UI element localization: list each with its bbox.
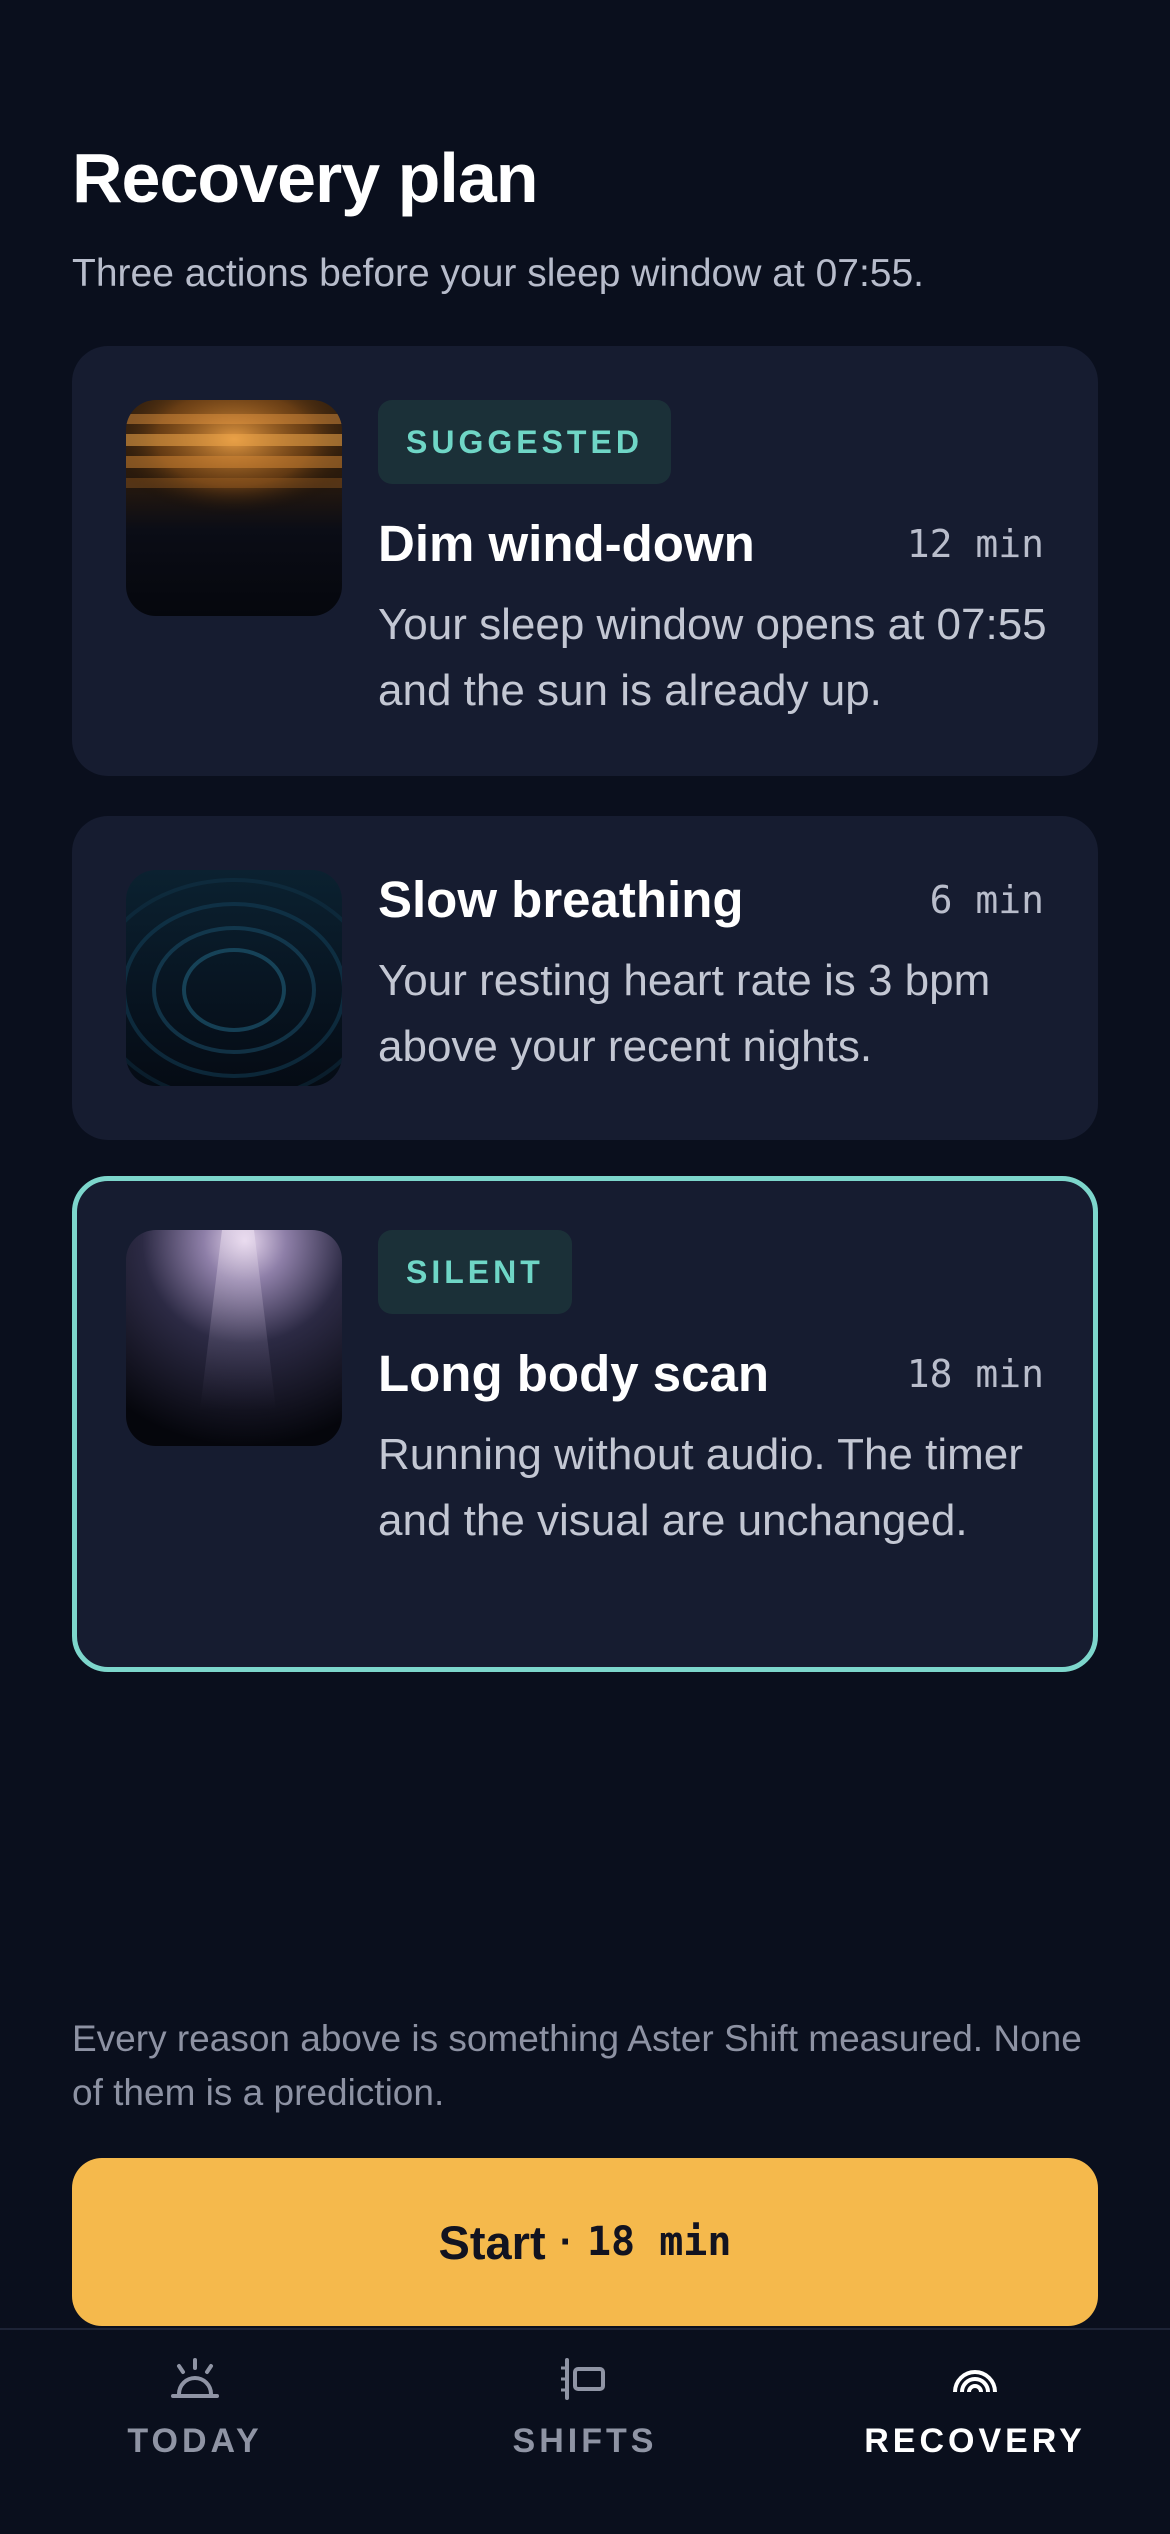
card-description: Running without audio. The timer and the… (378, 1430, 1023, 1545)
tab-recovery[interactable]: RECOVERY (780, 2330, 1170, 2534)
start-button[interactable]: Start · 18 min (72, 2158, 1098, 2326)
breathing-ripple-thumbnail (126, 870, 342, 1086)
tab-label: SHIFTS (512, 2422, 658, 2460)
dim-light-thumbnail (126, 400, 342, 616)
measurement-footnote: Every reason above is something Aster Sh… (72, 2018, 1082, 2113)
start-button-label: Start (438, 2215, 546, 2269)
page-subtitle: Three actions before your sleep window a… (72, 252, 925, 295)
shift-schedule-icon (561, 2358, 605, 2400)
light-beam-thumbnail (126, 1230, 342, 1446)
activity-card-slow-breathing[interactable]: Slow breathing 6 min Your resting heart … (72, 816, 1098, 1140)
tab-today[interactable]: TODAY (0, 2330, 390, 2534)
silent-badge: SILENT (378, 1230, 572, 1314)
card-description: Your sleep window opens at 07:55 and the… (378, 600, 1047, 715)
suggested-badge: SUGGESTED (378, 400, 671, 484)
tab-shifts[interactable]: SHIFTS (390, 2330, 780, 2534)
card-duration: 12 min (906, 522, 1044, 566)
page-title: Recovery plan (72, 139, 539, 217)
activity-card-long-body-scan[interactable]: SILENT Long body scan 18 min Running wit… (72, 1176, 1098, 1672)
sunrise-icon (171, 2358, 219, 2398)
activity-card-dim-wind-down[interactable]: SUGGESTED Dim wind-down 12 min Your slee… (72, 346, 1098, 776)
tab-label: TODAY (127, 2422, 263, 2460)
card-duration: 18 min (906, 1352, 1044, 1396)
recovery-arcs-icon (953, 2370, 997, 2393)
card-duration: 6 min (929, 878, 1044, 922)
bottom-tab-bar: TODAY SHIFTS RECOVERY (0, 2328, 1170, 2534)
card-description: Your resting heart rate is 3 bpm above y… (378, 956, 991, 1071)
start-button-separator: · (559, 2219, 573, 2264)
start-button-duration: 18 min (586, 2219, 732, 2265)
card-title: Dim wind-down (378, 515, 755, 572)
tab-label: RECOVERY (864, 2422, 1086, 2460)
card-title: Slow breathing (378, 871, 744, 928)
card-title: Long body scan (378, 1345, 770, 1402)
